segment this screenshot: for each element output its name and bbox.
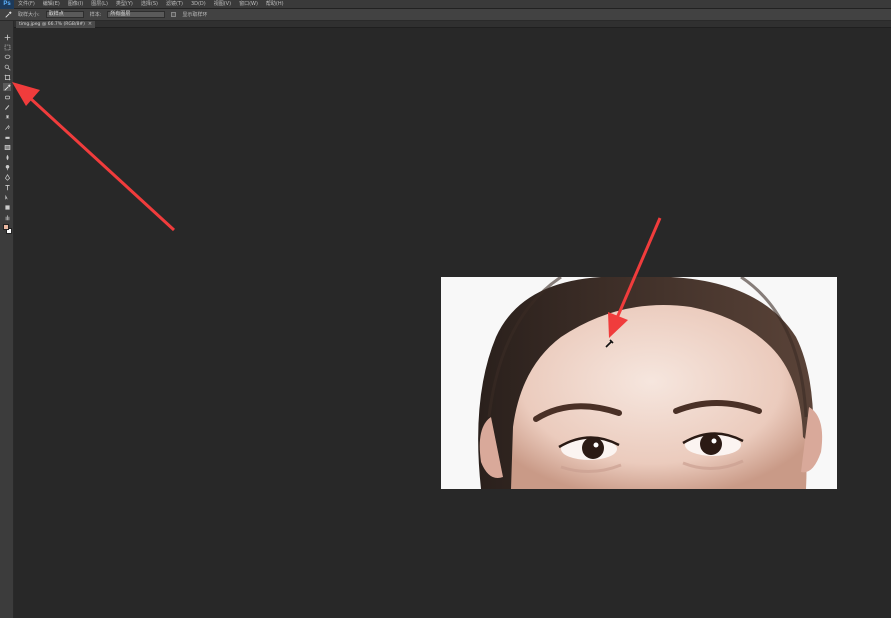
menu-view[interactable]: 视图(V) [210, 0, 235, 9]
sample-size-label: 取样大小: [18, 12, 40, 18]
menu-bar: Ps 文件(F) 编辑(E) 图像(I) 图层(L) 类型(Y) 选择(S) 滤… [0, 0, 891, 9]
hand-tool-icon[interactable] [3, 213, 11, 221]
document-tab-bar: timg.jpeg @ 66.7% (RGB/8#) × [14, 21, 891, 28]
menu-help[interactable]: 帮助(H) [262, 0, 288, 9]
menu-file[interactable]: 文件(F) [14, 0, 39, 9]
pen-tool-icon[interactable] [3, 173, 11, 181]
sample-size-select[interactable]: 取样点 [45, 11, 84, 18]
shape-tool-icon[interactable] [3, 203, 11, 211]
face-photo [441, 277, 837, 489]
menu-image[interactable]: 图像(I) [64, 0, 87, 9]
document-tab-title: timg.jpeg @ 66.7% (RGB/8#) [19, 22, 85, 27]
history-brush-tool-icon[interactable] [3, 123, 11, 131]
menu-edit[interactable]: 编辑(E) [39, 0, 64, 9]
menu-layer[interactable]: 图层(L) [87, 0, 112, 9]
gradient-tool-icon[interactable] [3, 143, 11, 151]
show-sampling-ring-label: 显示取样环 [182, 12, 208, 18]
dodge-tool-icon[interactable] [3, 163, 11, 171]
healing-brush-tool-icon[interactable] [3, 93, 11, 101]
quick-select-tool-icon[interactable] [3, 63, 11, 71]
menu-filter[interactable]: 滤镜(T) [162, 0, 187, 9]
eyedropper-tool-icon[interactable] [3, 83, 11, 91]
marquee-tool-icon[interactable] [3, 43, 11, 51]
document-image[interactable] [441, 277, 837, 489]
photoshop-logo: Ps [0, 0, 14, 9]
clone-stamp-tool-icon[interactable] [3, 113, 11, 121]
tools-panel [0, 21, 14, 618]
blur-tool-icon[interactable] [3, 153, 11, 161]
options-bar: 取样大小: 取样点 样本: 所有图层 显示取样环 [0, 9, 891, 21]
sample-select[interactable]: 所有图层 [107, 11, 166, 18]
menu-3d[interactable]: 3D(D) [187, 0, 210, 9]
lasso-tool-icon[interactable] [3, 53, 11, 61]
close-icon[interactable]: × [88, 21, 92, 28]
menu-window[interactable]: 窗口(W) [235, 0, 262, 9]
show-sampling-ring-checkbox[interactable] [171, 12, 177, 17]
eyedropper-icon[interactable] [4, 11, 12, 19]
foreground-color-swatch[interactable] [3, 224, 9, 230]
crop-tool-icon[interactable] [3, 73, 11, 81]
brush-tool-icon[interactable] [3, 103, 11, 111]
menu-select[interactable]: 选择(S) [137, 0, 162, 9]
document-tab[interactable]: timg.jpeg @ 66.7% (RGB/8#) × [16, 21, 96, 28]
path-select-tool-icon[interactable] [3, 193, 11, 201]
eraser-tool-icon[interactable] [3, 133, 11, 141]
sample-label: 样本: [89, 12, 102, 18]
move-tool-icon[interactable] [3, 33, 11, 41]
menu-type[interactable]: 类型(Y) [112, 0, 137, 9]
type-tool-icon[interactable] [3, 183, 11, 191]
